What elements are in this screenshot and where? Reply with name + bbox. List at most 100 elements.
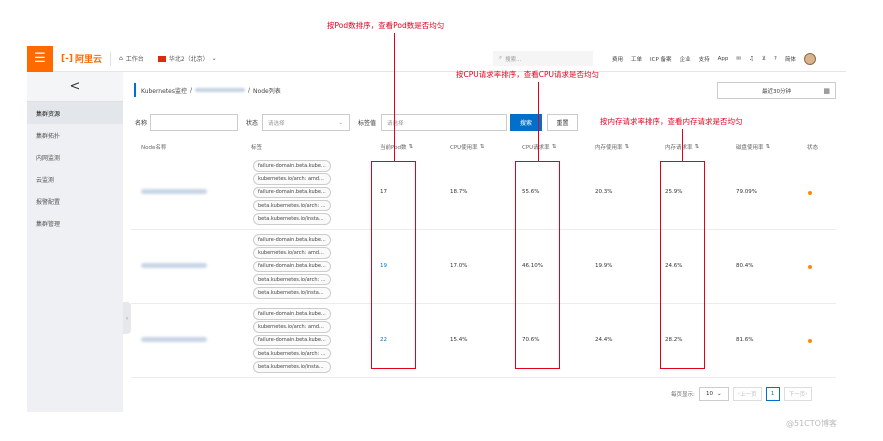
- global-search-input[interactable]: ⌕ 搜索...: [493, 51, 593, 66]
- col-mem-use[interactable]: 内存使用率 ⇅: [595, 143, 629, 151]
- sidebar-item-cloud-monitor[interactable]: 云监测: [27, 168, 123, 190]
- col-tags: 标签: [251, 145, 263, 151]
- breadcrumb-root[interactable]: Kubernetes监控: [141, 86, 187, 95]
- time-range-label: 最近30分钟: [762, 88, 791, 95]
- breadcrumb-cluster-redacted[interactable]: [195, 88, 245, 92]
- tag-list: failure-domain.beta.kube... kubernetes.i…: [253, 160, 331, 226]
- home-icon: ⌂: [118, 55, 123, 62]
- sort-icon[interactable]: ⇅: [695, 144, 700, 150]
- annotation-box-mem: [660, 161, 705, 369]
- reset-button[interactable]: 重置: [547, 114, 578, 131]
- tag-chip[interactable]: kubernetes.io/arch: amd...: [253, 247, 331, 259]
- bell-icon[interactable]: ♫: [749, 56, 754, 62]
- status-placeholder: 请选择: [268, 120, 285, 127]
- sidebar-item-alert-config[interactable]: 报警配置: [27, 190, 123, 212]
- tag-placeholder: 请选择: [387, 120, 404, 127]
- nav-icp[interactable]: ICP 备案: [650, 55, 672, 63]
- status-filter-select[interactable]: 请选择 ⌄: [262, 114, 350, 131]
- page-size-select[interactable]: 10 ⌄: [698, 387, 729, 401]
- status-filter-label: 状态: [246, 120, 259, 127]
- nav-tickets[interactable]: 工单: [631, 55, 642, 63]
- cpu-usage: 18.7%: [450, 189, 468, 195]
- sidebar-item-intranet-monitor[interactable]: 内网监测: [27, 146, 123, 168]
- col-disk-use[interactable]: 磁盘使用率 ⇅: [736, 143, 770, 151]
- back-arrow-icon[interactable]: <: [27, 72, 123, 102]
- tag-chip[interactable]: failure-domain.beta.kube...: [253, 334, 331, 347]
- node-name-redacted[interactable]: [141, 189, 207, 194]
- sort-icon[interactable]: ⇅: [552, 144, 557, 150]
- help-icon[interactable]: ?: [774, 56, 777, 62]
- tag-chip[interactable]: beta.kubernetes.io/arch: ...: [253, 273, 331, 286]
- tag-chip[interactable]: beta.kubernetes.io/insta...: [253, 287, 331, 299]
- hamburger-icon[interactable]: ☰: [27, 45, 53, 72]
- tag-chip[interactable]: failure-domain.beta.kube...: [253, 260, 331, 273]
- annotation-line-mem: [682, 129, 683, 161]
- current-page-button[interactable]: 1: [765, 387, 780, 401]
- tag-chip[interactable]: beta.kubernetes.io/insta...: [253, 361, 331, 373]
- nav-app[interactable]: App: [718, 56, 729, 62]
- col-cpu-req[interactable]: CPU请求率 ⇅: [522, 143, 556, 151]
- tag-chip[interactable]: failure-domain.beta.kube...: [253, 160, 331, 172]
- table-row: failure-domain.beta.kube... kubernetes.i…: [131, 230, 836, 304]
- nav-enterprise[interactable]: 企业: [680, 55, 691, 63]
- col-cpu-req-label: CPU请求率: [522, 145, 550, 151]
- table-row: failure-domain.beta.kube... kubernetes.i…: [131, 156, 836, 230]
- message-icon[interactable]: ✉: [736, 56, 741, 62]
- col-disk-use-label: 磁盘使用率: [736, 145, 764, 151]
- sidebar: < 集群资源 集群拓扑 内网监测 云监测 报警配置 集群管理: [27, 72, 123, 412]
- node-name-redacted[interactable]: [141, 337, 207, 342]
- cpu-usage: 17.0%: [450, 263, 468, 269]
- tag-chip[interactable]: beta.kubernetes.io/insta...: [253, 213, 331, 225]
- next-page-button[interactable]: 下一页 ›: [783, 387, 813, 401]
- chevron-down-icon: ⌄: [211, 55, 217, 62]
- language-switch[interactable]: 简体: [785, 55, 796, 63]
- tag-chip[interactable]: beta.kubernetes.io/arch: ...: [253, 199, 331, 212]
- annotation-pods: 按Pod数排序，查看Pod数是否均匀: [327, 21, 445, 30]
- nav-fees[interactable]: 费用: [612, 55, 623, 63]
- tag-chip[interactable]: beta.kubernetes.io/arch: ...: [253, 347, 331, 360]
- avatar[interactable]: [803, 53, 816, 65]
- page-root: { "topbar": { "menu_icon": "hamburger-ic…: [0, 0, 883, 441]
- sidebar-item-cluster-resources[interactable]: 集群资源: [27, 102, 123, 124]
- china-flag-icon: [157, 55, 166, 62]
- logo[interactable]: [-] 阿里云: [61, 52, 102, 66]
- annotation-line-pods: [394, 33, 395, 161]
- table-row: failure-domain.beta.kube... kubernetes.i…: [131, 304, 836, 378]
- col-status: 状态: [807, 145, 819, 151]
- sort-icon[interactable]: ⇅: [408, 144, 413, 150]
- node-name-redacted[interactable]: [141, 263, 207, 268]
- table-header: Node名称 标签 当前Pod数⇅ CPU使用率⇅ CPU请求率⇅ 内存使用率⇅…: [131, 137, 836, 157]
- nav-support[interactable]: 支持: [699, 55, 710, 63]
- workbench-link[interactable]: ⌂ 工作台: [119, 54, 144, 63]
- prev-page-button[interactable]: ‹ 上一页: [732, 387, 762, 401]
- name-filter-label: 名称: [135, 120, 148, 127]
- col-mem-use-label: 内存使用率: [595, 145, 623, 151]
- region-selector[interactable]: 华北2（北京） ⌄: [157, 54, 217, 63]
- chevron-down-icon: ⌄: [338, 119, 343, 126]
- tag-chip[interactable]: failure-domain.beta.kube...: [253, 308, 331, 320]
- search-placeholder: 搜索...: [505, 56, 522, 63]
- workbench-label: 工作台: [125, 56, 144, 63]
- sidebar-collapse-handle[interactable]: ‹: [123, 302, 131, 334]
- cpu-usage: 15.4%: [450, 337, 468, 343]
- tag-filter-select[interactable]: 请选择: [381, 114, 507, 131]
- logo-text: 阿里云: [74, 55, 102, 65]
- sort-icon[interactable]: ⇅: [480, 144, 485, 150]
- name-filter-input[interactable]: [150, 114, 238, 131]
- tag-filter-label: 标签值: [358, 120, 377, 127]
- disk-usage: 79.09%: [736, 189, 757, 195]
- col-cpu-use-label: CPU使用率: [450, 145, 478, 151]
- tag-chip[interactable]: failure-domain.beta.kube...: [253, 186, 331, 199]
- tag-chip[interactable]: kubernetes.io/arch: amd...: [253, 321, 331, 333]
- col-cpu-use[interactable]: CPU使用率 ⇅: [450, 143, 484, 151]
- col-pods[interactable]: 当前Pod数⇅: [380, 143, 413, 151]
- sort-icon[interactable]: ⇅: [625, 144, 630, 150]
- sidebar-item-cluster-manage[interactable]: 集群管理: [27, 212, 123, 234]
- sort-icon[interactable]: ⇅: [766, 144, 771, 150]
- cart-icon[interactable]: ⊻: [762, 56, 766, 62]
- sidebar-item-cluster-topology[interactable]: 集群拓扑: [27, 124, 123, 146]
- disk-usage: 80.4%: [736, 263, 754, 269]
- time-range-picker[interactable]: 最近30分钟 ▦: [717, 82, 836, 99]
- tag-chip[interactable]: failure-domain.beta.kube...: [253, 234, 331, 246]
- tag-chip[interactable]: kubernetes.io/arch: amd...: [253, 173, 331, 185]
